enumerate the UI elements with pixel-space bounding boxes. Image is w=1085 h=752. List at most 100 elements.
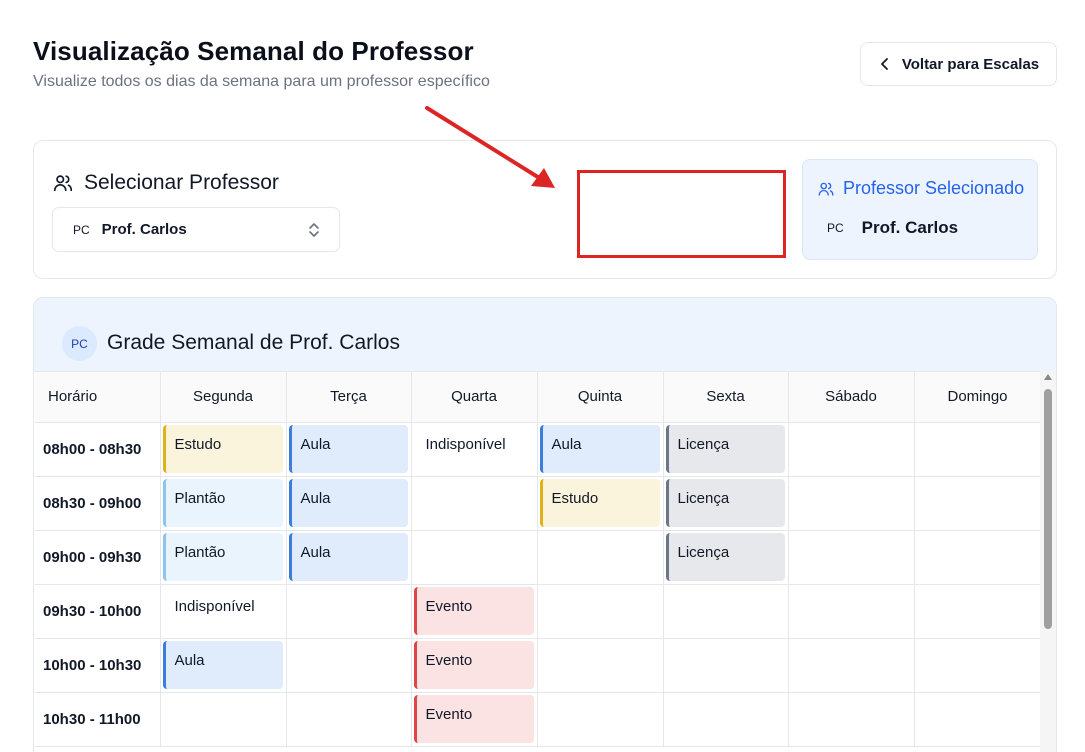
- column-header-day: Segunda: [160, 372, 287, 423]
- schedule-cell[interactable]: [663, 692, 789, 747]
- selected-teacher-heading: Professor Selecionado: [817, 178, 1024, 199]
- schedule-event-aula[interactable]: Aula: [288, 424, 408, 473]
- schedule-cell[interactable]: [914, 584, 1042, 639]
- unavailable-label: Indisponível: [174, 597, 255, 615]
- schedule-cell[interactable]: [537, 584, 664, 639]
- users-icon: [53, 175, 73, 192]
- schedule-cell[interactable]: [788, 638, 915, 693]
- selected-teacher-panel: Professor Selecionado PC Prof. Carlos: [802, 159, 1038, 260]
- schedule-cell[interactable]: [411, 476, 538, 531]
- schedule-cell[interactable]: Evento: [411, 638, 538, 693]
- schedule-event-plantao[interactable]: Plantão: [162, 478, 283, 527]
- teacher-initials: PC: [73, 222, 90, 237]
- schedule-cell[interactable]: [663, 584, 789, 639]
- schedule-cell[interactable]: Aula: [286, 476, 412, 531]
- schedule-cell[interactable]: [160, 692, 287, 747]
- schedule-cell[interactable]: [914, 692, 1042, 747]
- table-header-row: Horário Segunda Terça Quarta Quinta Sexta Sába…: [35, 372, 1042, 423]
- schedule-cell[interactable]: Plantão: [160, 530, 287, 585]
- schedule-event-estudo[interactable]: Estudo: [162, 424, 283, 473]
- schedule-cell[interactable]: [914, 638, 1042, 693]
- schedule-cell[interactable]: [788, 476, 915, 531]
- weekly-grid-card: PC Grade Semanal de Prof. Carlos Horário…: [33, 297, 1057, 752]
- schedule-event-aula[interactable]: Aula: [539, 424, 660, 473]
- teacher-select[interactable]: PC Prof. Carlos: [52, 207, 340, 252]
- selected-teacher-label: Prof. Carlos: [861, 218, 959, 237]
- select-teacher-title: Selecionar Professor: [84, 171, 279, 194]
- schedule-cell[interactable]: Aula: [286, 422, 412, 477]
- table-body: 08h00 - 08h30 Estudo Aula Indisponível Aula L…: [35, 422, 1042, 747]
- schedule-cell[interactable]: Licença: [663, 422, 789, 477]
- table-row: 08h30 - 09h00 Plantão Aula Estudo Licença: [35, 476, 1042, 531]
- schedule-cell[interactable]: [914, 476, 1042, 531]
- weekly-grid-header: PC Grade Semanal de Prof. Carlos: [34, 298, 1056, 372]
- schedule-event-licenca[interactable]: Licença: [665, 424, 785, 473]
- schedule-cell[interactable]: Evento: [411, 692, 538, 747]
- back-to-schedules-button[interactable]: Voltar para Escalas: [860, 42, 1057, 86]
- schedule-cell[interactable]: [914, 530, 1042, 585]
- unavailable-label: Indisponível: [425, 435, 506, 453]
- chevron-left-icon: [880, 58, 888, 70]
- users-icon: [818, 182, 834, 196]
- time-slot-label: 09h30 - 10h00: [35, 584, 161, 639]
- schedule-cell[interactable]: Licença: [663, 476, 789, 531]
- schedule-cell[interactable]: [788, 422, 915, 477]
- selected-teacher-initials: PC: [827, 221, 844, 235]
- schedule-cell[interactable]: Indisponível: [160, 584, 287, 639]
- schedule-cell[interactable]: [286, 638, 412, 693]
- schedule-event-aula[interactable]: Aula: [162, 640, 283, 689]
- schedule-cell[interactable]: Indisponível: [411, 422, 538, 477]
- column-header-day: Terça: [286, 372, 412, 423]
- weekly-schedule-table: Horário Segunda Terça Quarta Quinta Sexta Sába…: [35, 372, 1042, 747]
- schedule-cell[interactable]: [411, 530, 538, 585]
- annotation-highlight-box: [577, 170, 786, 258]
- schedule-event-estudo[interactable]: Estudo: [539, 478, 660, 527]
- table-row: 09h00 - 09h30 Plantão Aula Licença: [35, 530, 1042, 585]
- schedule-cell[interactable]: Aula: [537, 422, 664, 477]
- column-header-day: Quinta: [537, 372, 664, 423]
- schedule-cell[interactable]: Estudo: [160, 422, 287, 477]
- schedule-event-plantao[interactable]: Plantão: [162, 532, 283, 581]
- table-row: 09h30 - 10h00 Indisponível Evento: [35, 584, 1042, 639]
- teacher-select-value: Prof. Carlos: [101, 221, 187, 238]
- weekly-grid-title: Grade Semanal de Prof. Carlos: [107, 331, 400, 354]
- page-header: Visualização Semanal do Professor Visual…: [33, 36, 490, 91]
- select-teacher-heading: Selecionar Professor: [52, 171, 279, 195]
- schedule-cell[interactable]: Plantão: [160, 476, 287, 531]
- schedule-cell[interactable]: Estudo: [537, 476, 664, 531]
- scrollbar-thumb[interactable]: [1044, 389, 1052, 629]
- schedule-cell[interactable]: [537, 638, 664, 693]
- schedule-cell[interactable]: [537, 530, 664, 585]
- schedule-cell[interactable]: [788, 530, 915, 585]
- schedule-event-licenca[interactable]: Licença: [665, 532, 785, 581]
- page-subtitle: Visualize todos os dias da semana para u…: [33, 73, 490, 90]
- scroll-up-arrow-icon[interactable]: [1044, 374, 1052, 380]
- column-header-day: Sexta: [663, 372, 789, 423]
- schedule-event-aula[interactable]: Aula: [288, 532, 408, 581]
- schedule-cell[interactable]: [537, 692, 664, 747]
- schedule-cell[interactable]: [663, 638, 789, 693]
- schedule-event-aula[interactable]: Aula: [288, 478, 408, 527]
- schedule-event-evento[interactable]: Evento: [413, 586, 534, 635]
- schedule-cell[interactable]: [286, 584, 412, 639]
- table-row: 10h00 - 10h30 Aula Evento: [35, 638, 1042, 693]
- page-title: Visualização Semanal do Professor: [33, 36, 474, 66]
- schedule-cell[interactable]: Licença: [663, 530, 789, 585]
- schedule-cell[interactable]: [788, 584, 915, 639]
- schedule-cell[interactable]: [286, 692, 412, 747]
- schedule-event-evento[interactable]: Evento: [413, 694, 534, 743]
- time-slot-label: 10h00 - 10h30: [35, 638, 161, 693]
- schedule-event-evento[interactable]: Evento: [413, 640, 534, 689]
- schedule-cell[interactable]: [788, 692, 915, 747]
- column-header-time: Horário: [35, 372, 161, 423]
- back-button-label: Voltar para Escalas: [901, 55, 1040, 73]
- schedule-cell[interactable]: Aula: [286, 530, 412, 585]
- schedule-event-licenca[interactable]: Licença: [665, 478, 785, 527]
- time-slot-label: 08h30 - 09h00: [35, 476, 161, 531]
- schedule-cell[interactable]: [914, 422, 1042, 477]
- schedule-cell[interactable]: Aula: [160, 638, 287, 693]
- schedule-cell[interactable]: Evento: [411, 584, 538, 639]
- time-slot-label: 10h30 - 11h00: [35, 692, 161, 747]
- table-scrollbar[interactable]: [1040, 370, 1056, 752]
- avatar: PC: [62, 326, 97, 361]
